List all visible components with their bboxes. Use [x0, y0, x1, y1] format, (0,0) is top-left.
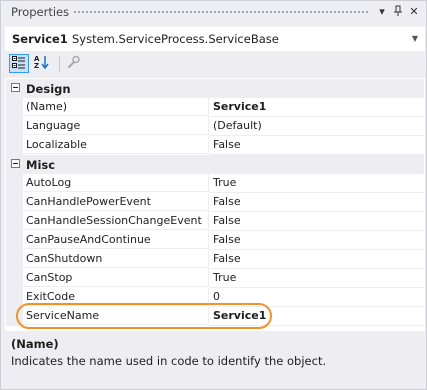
row-gutter [6, 174, 23, 193]
property-row-canhandlepowerevent[interactable]: CanHandlePowerEvent False [6, 193, 424, 212]
property-row-canpauseandcontinue[interactable]: CanPauseAndContinue False [6, 231, 424, 250]
pin-icon[interactable] [391, 5, 405, 19]
row-gutter [6, 250, 23, 269]
title-bar[interactable]: Properties ▾ ✕ [1, 1, 426, 23]
property-row-canshutdown[interactable]: CanShutdown False [6, 250, 424, 269]
categorized-button[interactable] [9, 54, 29, 73]
wrench-icon [66, 55, 80, 72]
property-value[interactable]: (Default) [209, 117, 424, 136]
property-name: Language [23, 117, 209, 135]
selected-object-name: Service1 [12, 32, 68, 46]
close-icon[interactable]: ✕ [407, 5, 421, 19]
row-gutter [6, 212, 23, 231]
chevron-down-icon[interactable]: ▼ [412, 34, 418, 43]
property-row-canstop[interactable]: CanStop True [6, 269, 424, 288]
property-row-name[interactable]: (Name) Service1 [6, 98, 424, 117]
toolbar: A Z [1, 52, 426, 76]
property-value[interactable]: Service1 [209, 98, 424, 117]
categorized-icon [12, 55, 26, 72]
collapse-icon[interactable] [11, 83, 20, 92]
row-gutter [6, 117, 23, 136]
toolbar-separator [59, 56, 60, 72]
row-gutter [6, 98, 23, 117]
property-grid: Design (Name) Service1 Language (Default… [5, 78, 425, 331]
property-value[interactable]: False [209, 193, 424, 212]
property-row-exitcode[interactable]: ExitCode 0 [6, 288, 424, 307]
property-row-autolog[interactable]: AutoLog True [6, 174, 424, 193]
row-gutter [6, 193, 23, 212]
row-gutter [6, 136, 23, 155]
property-row-canhandlesessionchangeevent[interactable]: CanHandleSessionChangeEvent False [6, 212, 424, 231]
property-name: CanHandleSessionChangeEvent [23, 212, 209, 230]
category-misc[interactable]: Misc [6, 155, 424, 174]
window-title: Properties [11, 5, 70, 19]
property-name: ExitCode [23, 288, 209, 306]
property-name: ServiceName [23, 307, 209, 325]
object-selector[interactable]: Service1 System.ServiceProcess.ServiceBa… [5, 27, 425, 51]
property-name: CanShutdown [23, 250, 209, 268]
property-value[interactable]: True [209, 174, 424, 193]
alphabetical-icon: A Z [34, 55, 50, 72]
row-gutter [6, 307, 23, 326]
collapse-icon[interactable] [11, 159, 20, 168]
category-label: Design [26, 82, 71, 96]
property-value[interactable]: True [209, 269, 424, 288]
property-pages-button[interactable] [63, 54, 83, 73]
alphabetical-button[interactable]: A Z [32, 54, 52, 73]
property-name: CanHandlePowerEvent [23, 193, 209, 211]
title-grip [73, 10, 370, 15]
property-name: CanPauseAndContinue [23, 231, 209, 249]
row-gutter [6, 231, 23, 250]
description-panel: (Name) Indicates the name used in code t… [5, 332, 423, 386]
property-row-servicename[interactable]: ServiceName Service1 [6, 307, 424, 326]
property-value[interactable]: Service1 [209, 307, 424, 326]
property-value[interactable]: False [209, 136, 424, 155]
property-value[interactable]: False [209, 212, 424, 231]
property-name: AutoLog [23, 174, 209, 192]
property-row-language[interactable]: Language (Default) [6, 117, 424, 136]
property-name: (Name) [23, 98, 209, 116]
row-gutter [6, 269, 23, 288]
property-name: CanStop [23, 269, 209, 287]
property-name: Localizable [23, 136, 209, 154]
window-menu-dropdown-icon[interactable]: ▾ [375, 5, 389, 19]
description-title: (Name) [11, 337, 59, 351]
properties-window: Properties ▾ ✕ Service1 System.ServicePr… [0, 0, 427, 390]
selected-object-type: System.ServiceProcess.ServiceBase [72, 32, 279, 46]
property-row-localizable[interactable]: Localizable False [6, 136, 424, 155]
property-value[interactable]: False [209, 250, 424, 269]
description-text: Indicates the name used in code to ident… [11, 354, 327, 368]
category-design[interactable]: Design [6, 79, 424, 98]
category-label: Misc [26, 158, 56, 172]
property-value[interactable]: 0 [209, 288, 424, 307]
row-gutter [6, 288, 23, 307]
property-value[interactable]: False [209, 231, 424, 250]
svg-text:Z: Z [34, 62, 39, 69]
